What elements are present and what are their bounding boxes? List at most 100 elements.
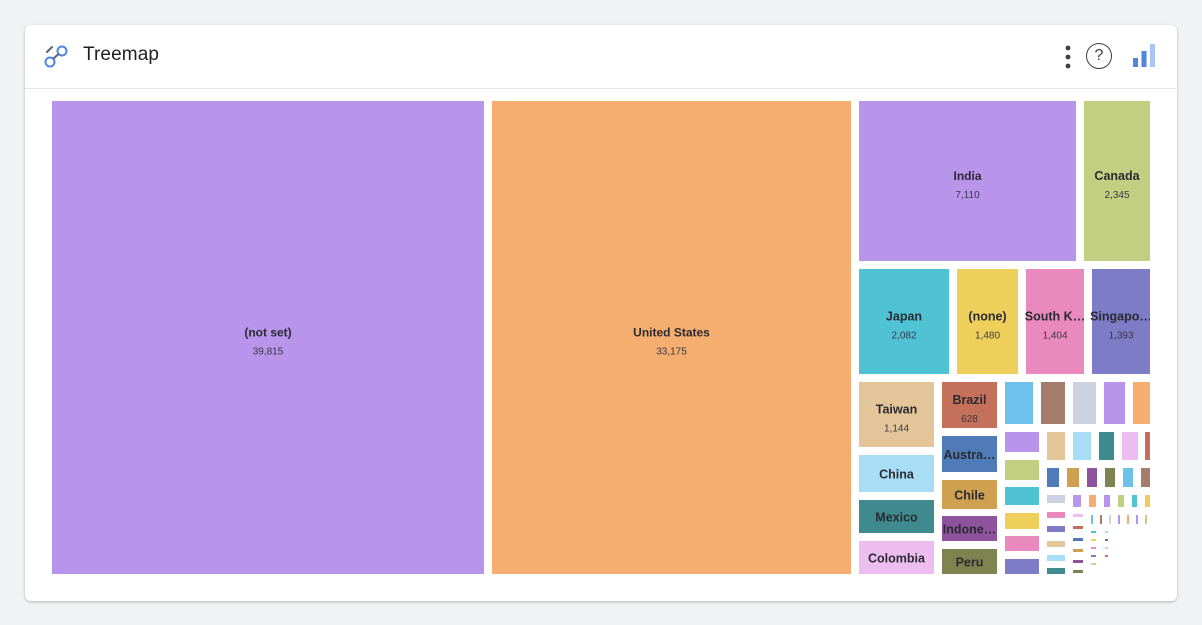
tile-value: 2,345 [1104, 190, 1129, 201]
treemap-tile[interactable]: India 7,110 [859, 101, 1076, 261]
treemap-tile[interactable]: Colombia [859, 541, 934, 574]
minor-tile[interactable] [1091, 531, 1096, 533]
tile-label: India [953, 169, 981, 183]
minor-tile[interactable] [1047, 568, 1065, 574]
minor-tile[interactable] [1136, 515, 1138, 524]
tile-value: 33,175 [656, 347, 687, 358]
tile-label: United States [633, 326, 710, 340]
minor-tile[interactable] [1118, 515, 1120, 524]
minor-tile[interactable] [1067, 468, 1079, 487]
tile-label: Canada [1094, 169, 1140, 183]
page-title: Treemap [83, 44, 160, 65]
minor-tile[interactable] [1105, 539, 1108, 541]
minor-tile[interactable] [1091, 515, 1093, 524]
minor-tile[interactable] [1047, 495, 1065, 503]
minor-tile[interactable] [1073, 538, 1083, 541]
treemap-tile[interactable]: Singapo… 1,393 [1090, 269, 1152, 374]
minor-tile[interactable] [1099, 432, 1114, 460]
treemap-plot: (not set) 39,815 United States 33,175 India 7… [52, 101, 1152, 574]
minor-tile[interactable] [1005, 382, 1033, 424]
minor-tile[interactable] [1073, 432, 1091, 460]
minor-tile[interactable] [1073, 549, 1083, 552]
minor-tile[interactable] [1109, 515, 1111, 524]
minor-tile[interactable] [1047, 526, 1065, 532]
minor-tile[interactable] [1047, 512, 1065, 518]
treemap-tile[interactable]: Japan 2,082 [859, 269, 949, 374]
minor-tile[interactable] [1091, 547, 1096, 549]
tile-value: 2,082 [891, 331, 916, 342]
card-header: Treemap ? [25, 25, 1177, 89]
treemap-tile[interactable]: Chile [942, 480, 997, 509]
minor-tile[interactable] [1073, 514, 1083, 517]
minor-tile[interactable] [1005, 559, 1039, 574]
minor-tile[interactable] [1047, 541, 1065, 547]
minor-tile[interactable] [1087, 468, 1097, 487]
minor-tile[interactable] [1118, 495, 1124, 507]
treemap-tile[interactable]: Austra… [942, 436, 997, 472]
minor-tile[interactable] [1133, 382, 1150, 424]
treemap-svg: (not set) 39,815 United States 33,175 India 7… [52, 101, 1152, 574]
minor-tile[interactable] [1104, 382, 1125, 424]
minor-tile[interactable] [1091, 539, 1096, 541]
tile-label: Indone… [943, 523, 996, 537]
tile-value: 1,144 [884, 424, 909, 435]
minor-tile[interactable] [1091, 563, 1096, 565]
treemap-tile[interactable]: Taiwan 1,144 [859, 382, 934, 447]
treemap-tile[interactable]: China [859, 455, 934, 492]
minor-tile[interactable] [1073, 570, 1083, 573]
tile-label: Singapo… [1090, 310, 1150, 324]
tile-label: Japan [886, 310, 922, 324]
minor-tile[interactable] [1005, 513, 1039, 529]
minor-tile[interactable] [1104, 495, 1110, 507]
tile-label: South K… [1025, 310, 1085, 324]
tile-label: Chile [954, 489, 985, 503]
minor-tile[interactable] [1091, 555, 1096, 557]
treemap-tile[interactable]: Canada 2,345 [1084, 101, 1150, 261]
tile-value: 628 [961, 414, 978, 425]
minor-tile[interactable] [1105, 555, 1108, 557]
minor-tile[interactable] [1041, 382, 1065, 424]
tile-label: Brazil [952, 393, 986, 407]
tile-value: 1,393 [1108, 331, 1133, 342]
treemap-tile[interactable]: (none) 1,480 [957, 269, 1018, 374]
bar-chart-icon[interactable] [1131, 42, 1157, 70]
help-icon[interactable]: ? [1086, 43, 1112, 69]
minor-tile[interactable] [1047, 432, 1065, 460]
treemap-tile[interactable]: Indone… [942, 516, 997, 541]
minor-tile[interactable] [1073, 382, 1096, 424]
minor-tile[interactable] [1123, 468, 1133, 487]
minor-tile[interactable] [1141, 468, 1150, 487]
minor-tile[interactable] [1073, 526, 1083, 529]
minor-tile[interactable] [1089, 495, 1096, 507]
minor-tile[interactable] [1105, 547, 1108, 549]
tile-value: 1,480 [975, 331, 1000, 342]
minor-tile[interactable] [1047, 555, 1065, 561]
more-vert-icon[interactable] [1062, 43, 1074, 71]
treemap-tile[interactable]: Peru [942, 549, 997, 574]
treemap-tile[interactable]: South K… 1,404 [1025, 269, 1085, 374]
minor-tile[interactable] [1005, 432, 1039, 452]
treemap-tile[interactable]: Brazil 628 [942, 382, 997, 428]
treemap-tile[interactable]: (not set) 39,815 [52, 101, 484, 574]
minor-tile[interactable] [1127, 515, 1129, 524]
minor-tile[interactable] [1100, 515, 1102, 524]
treemap-tile[interactable]: United States 33,175 [492, 101, 851, 574]
minor-tile[interactable] [1132, 495, 1137, 507]
minor-tile[interactable] [1047, 468, 1059, 487]
tile-value: 39,815 [253, 347, 284, 358]
minor-tile[interactable] [1005, 536, 1039, 551]
minor-tile[interactable] [1122, 432, 1138, 460]
minor-tile[interactable] [1005, 460, 1039, 480]
treemap-tile[interactable]: Mexico [859, 500, 934, 533]
minor-tile[interactable] [1145, 432, 1150, 460]
minor-tile[interactable] [1073, 495, 1081, 507]
minor-tile[interactable] [1105, 468, 1115, 487]
minor-tile[interactable] [1145, 515, 1147, 524]
minor-tile[interactable] [1005, 487, 1039, 505]
tile-value: 7,110 [955, 190, 980, 201]
minor-tile[interactable] [1073, 560, 1083, 563]
treemap-card: Treemap ? (not set) 39,815 United States 33… [25, 25, 1177, 601]
minor-tile[interactable] [1145, 495, 1150, 507]
tile-label: Colombia [868, 552, 926, 566]
minor-tile[interactable] [1105, 531, 1108, 533]
